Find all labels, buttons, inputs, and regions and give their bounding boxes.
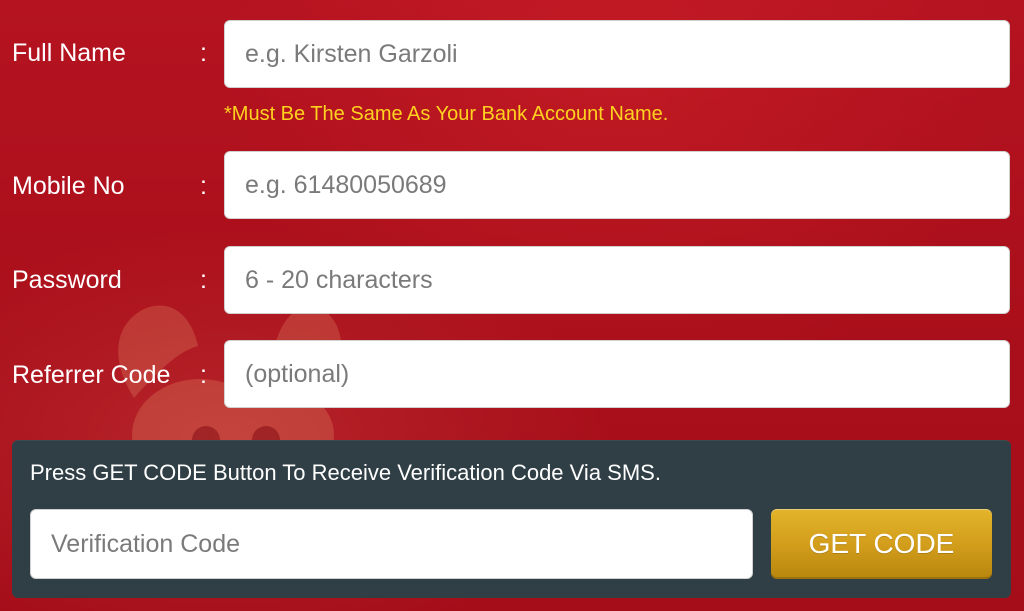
referrer-code-input[interactable]: [224, 340, 1010, 408]
get-code-button[interactable]: GET CODE: [771, 509, 992, 579]
password-input[interactable]: [224, 246, 1010, 314]
full-name-input[interactable]: [224, 20, 1010, 88]
mobile-label: Mobile No: [12, 172, 125, 200]
verification-code-input[interactable]: [30, 509, 753, 579]
verification-instruction: Press GET CODE Button To Receive Verific…: [30, 460, 661, 485]
mobile-input[interactable]: [224, 151, 1010, 219]
referrer-code-label: Referrer Code: [12, 361, 171, 389]
full-name-label: Full Name: [12, 39, 126, 67]
referrer-code-colon: :: [200, 361, 207, 389]
mobile-colon: :: [200, 172, 207, 200]
full-name-note: *Must Be The Same As Your Bank Account N…: [224, 103, 669, 125]
verification-panel: Press GET CODE Button To Receive Verific…: [12, 440, 1011, 598]
full-name-colon: :: [200, 39, 207, 67]
password-colon: :: [200, 266, 207, 294]
password-label: Password: [12, 266, 122, 294]
